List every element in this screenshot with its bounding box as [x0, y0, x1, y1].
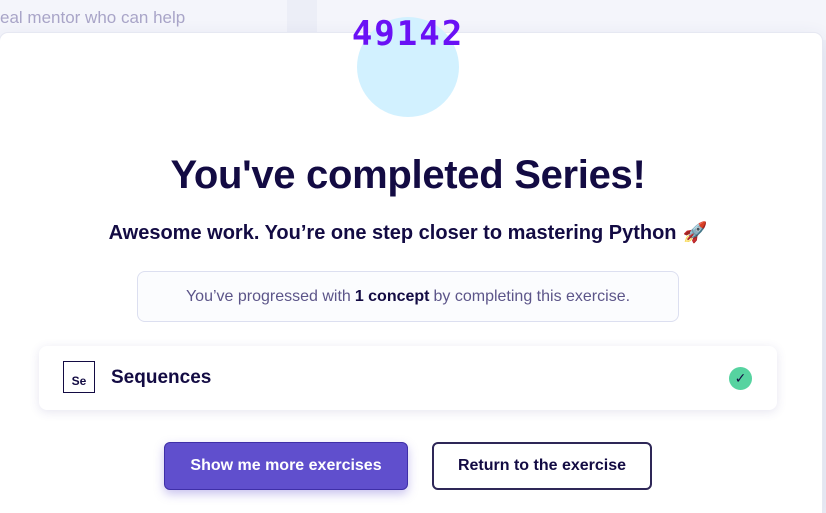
progress-highlight: 1 concept: [354, 287, 430, 305]
return-to-exercise-button[interactable]: Return to the exercise: [432, 442, 652, 490]
concept-icon: Se: [63, 361, 95, 393]
subtitle-text: Awesome work. You’re one step closer to …: [108, 222, 677, 244]
progress-suffix: by completing this exercise.: [433, 287, 631, 305]
concept-card[interactable]: Se Sequences ✓: [39, 346, 777, 410]
badge-number: 49142: [351, 14, 465, 54]
rocket-icon: 🚀: [682, 222, 708, 244]
progress-summary: You’ve progressed with 1 concept by comp…: [137, 271, 679, 322]
modal-subtitle: Awesome work. You’re one step closer to …: [0, 220, 816, 245]
progress-prefix: You’ve progressed with: [185, 287, 351, 305]
modal-title: You've completed Series!: [170, 153, 646, 197]
show-more-exercises-button[interactable]: Show me more exercises: [164, 442, 408, 490]
completion-modal: You've completed Series! Awesome work. Y…: [0, 17, 822, 513]
concept-name: Sequences: [111, 367, 212, 388]
check-icon: ✓: [729, 367, 752, 390]
